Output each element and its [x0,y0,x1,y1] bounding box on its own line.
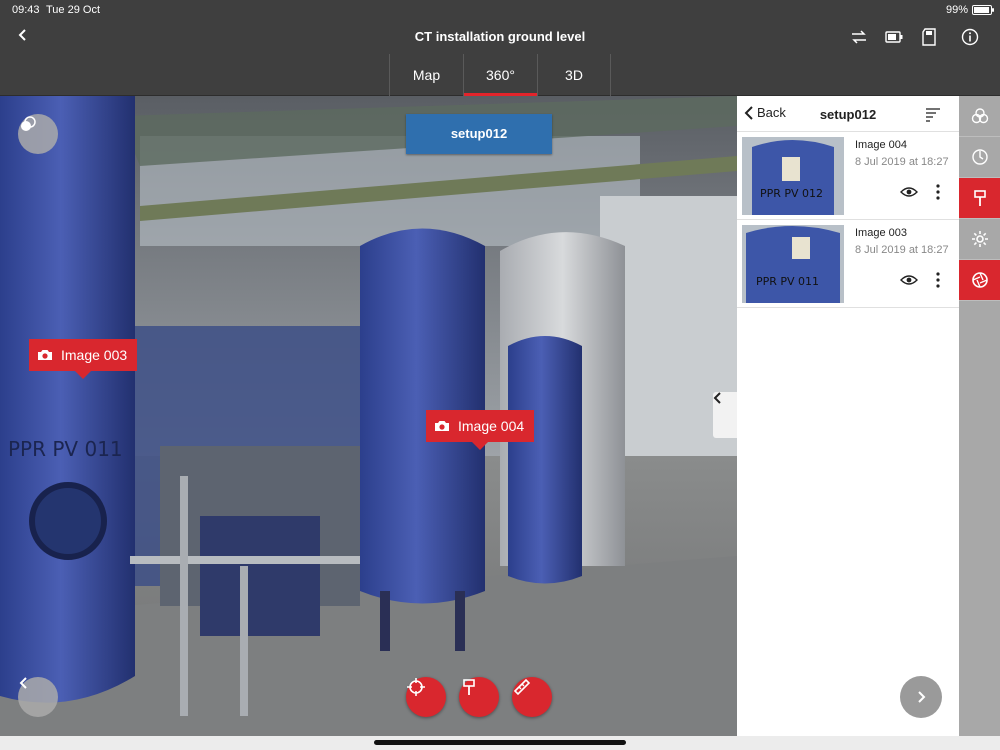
home-indicator[interactable] [374,740,626,745]
next-button[interactable] [900,676,942,718]
status-bar: 09:43 Tue 29 Oct 99% [0,0,1000,20]
camera-icon [38,350,52,360]
thumbnail-caption: PPR PV 012 [760,187,823,200]
target-button[interactable] [406,677,446,717]
chevron-right-icon [918,691,926,703]
images-panel: Back setup012 PPR PV 012 Image 004 8 Jul… [737,96,959,736]
status-time: 09:43 [12,4,40,16]
image-thumbnail[interactable]: PPR PV 011 [742,225,844,303]
pin-icon [463,679,475,695]
image-marker-003[interactable]: Image 003 [29,339,138,379]
image-name: Image 004 [855,139,907,151]
pin-button[interactable] [459,677,499,717]
header-bar: CT installation ground level [0,20,1000,54]
more-vertical-icon[interactable] [935,184,941,200]
compass-icon [971,149,988,165]
chevron-left-icon [713,392,721,404]
capture-tool-button[interactable] [959,260,1000,301]
pin-icon [973,190,986,206]
tab-3d[interactable]: 3D [537,54,611,96]
panorama-viewer[interactable]: PPR PV 011 setup012 Image 003 Image 004 [0,96,737,736]
list-item[interactable]: PPR PV 011 Image 003 8 Jul 2019 at 18:27 [737,220,959,308]
more-vertical-icon[interactable] [935,272,941,288]
eye-icon[interactable] [900,273,918,287]
image-marker-label: Image 004 [458,418,525,434]
app-window: 09:43 Tue 29 Oct 99% CT installation gro… [0,0,1000,750]
pointcloud-tool-button[interactable] [959,96,1000,137]
tab-360[interactable]: 360° [463,54,537,96]
thumbnail-caption: PPR PV 011 [756,275,819,288]
battery-percentage: 99% [945,4,968,16]
battery-icon [972,5,994,15]
setup-label[interactable]: setup012 [406,114,552,154]
sd-card-button[interactable] [918,26,940,48]
sd-card-icon [922,28,936,46]
info-button[interactable] [959,26,981,48]
list-item[interactable]: PPR PV 012 Image 004 8 Jul 2019 at 18:27 [737,132,959,220]
sync-icon [852,30,866,44]
image-thumbnail[interactable]: PPR PV 012 [742,137,844,215]
previous-button[interactable] [18,677,58,717]
settings-tool-button[interactable] [959,219,1000,260]
device-battery-button[interactable] [883,26,905,48]
tab-map[interactable]: Map [389,54,463,96]
measure-button[interactable] [512,677,552,717]
image-marker-004[interactable]: Image 004 [426,410,535,450]
sync-button[interactable] [848,26,870,48]
image-marker-label: Image 003 [61,347,128,363]
status-date: Tue 29 Oct [46,4,101,16]
right-toolbar [959,96,1000,736]
image-date: 8 Jul 2019 at 18:27 [855,244,949,256]
panel-collapse-button[interactable] [713,392,737,438]
image-date: 8 Jul 2019 at 18:27 [855,156,949,168]
gear-icon [971,231,988,247]
panorama-image: PPR PV 011 [0,96,737,736]
chevron-left-icon [19,677,27,689]
view-tabs: Map 360° 3D [0,54,1000,96]
pointcloud-icon [971,108,988,124]
eye-icon[interactable] [900,185,918,199]
pin-tool-button[interactable] [959,178,1000,219]
compass-tool-button[interactable] [959,137,1000,178]
crosshair-icon [407,678,425,696]
svg-text:PPR PV 011: PPR PV 011 [8,437,123,461]
device-battery-icon [885,31,903,43]
layers-button[interactable] [18,114,58,154]
panel-header: Back setup012 [737,96,959,132]
layers-icon [21,116,36,131]
image-name: Image 003 [855,227,907,239]
shutter-icon [971,272,988,288]
home-bar [0,736,1000,750]
ruler-icon [513,678,531,696]
info-icon [961,28,979,46]
camera-icon [435,421,449,431]
sort-icon[interactable] [925,106,941,122]
